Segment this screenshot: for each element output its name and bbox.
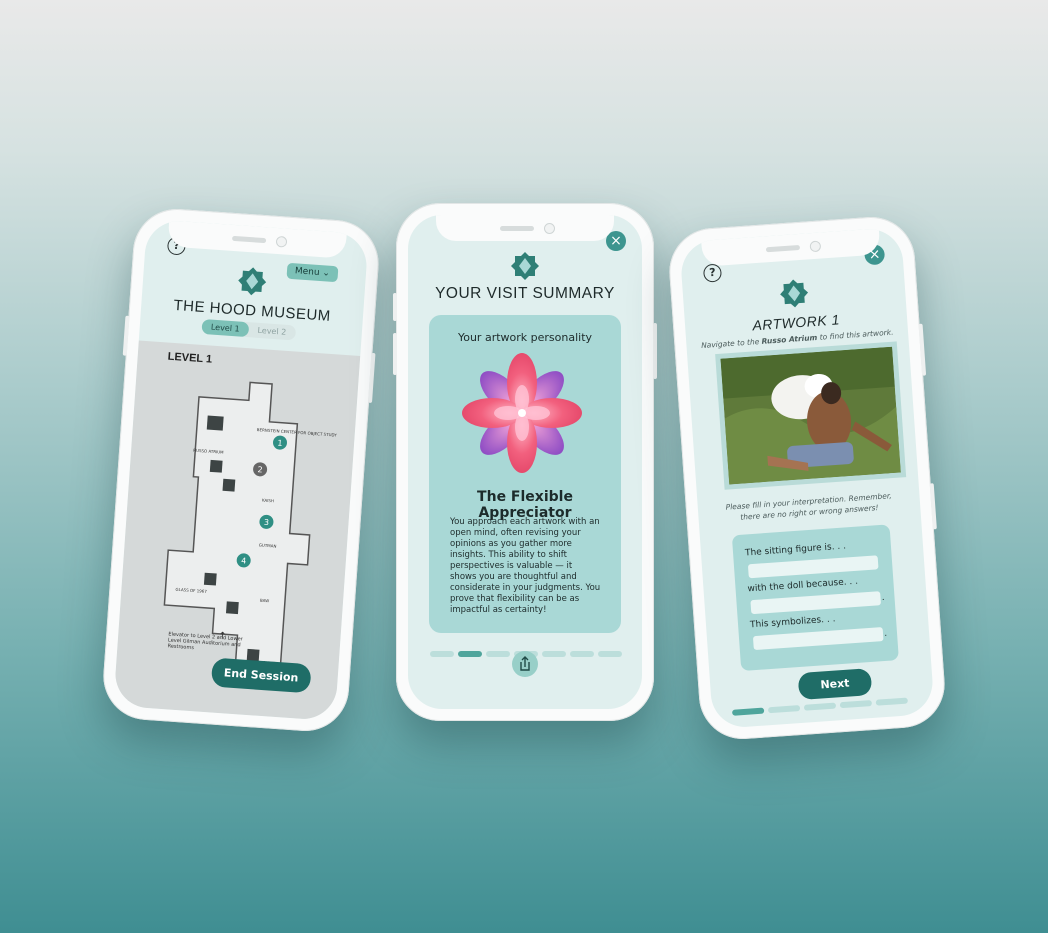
museum-logo-icon (238, 267, 267, 296)
room-label: KAISH (262, 498, 274, 504)
notch (167, 220, 347, 259)
side-button (393, 333, 397, 375)
progress-step (839, 700, 873, 709)
answer-input-1[interactable] (747, 555, 879, 579)
progress-step (542, 651, 566, 657)
side-button (122, 315, 130, 356)
stairs-icon (203, 572, 217, 586)
svg-text:2: 2 (257, 465, 263, 474)
share-button[interactable] (512, 651, 538, 677)
share-icon (520, 656, 530, 671)
instruction-text: Please fill in your interpretation. Reme… (725, 491, 892, 522)
side-button (653, 323, 657, 379)
museum-logo-icon (780, 279, 809, 308)
phone-artwork: ? × ARTWORK 1 Navigate to the Russo Atri… (666, 214, 948, 742)
notch (436, 215, 614, 241)
question-label: The sitting figure is. . . (744, 541, 847, 559)
museum-logo-icon (511, 252, 539, 280)
side-button (918, 323, 927, 376)
side-button (393, 293, 397, 321)
question-label: This symbolizes. . . (749, 614, 836, 631)
cloakroom-icon (206, 415, 224, 431)
tab-level-1[interactable]: Level 1 (201, 318, 250, 338)
personality-description: You approach each artwork with an open m… (450, 517, 601, 615)
floor-map: LEVEL 1 BERNSTEIN CENTER FOR OBJECT STUD… (113, 340, 361, 722)
progress-step (803, 702, 837, 711)
card-subtitle: Your artwork personality (457, 331, 593, 344)
help-icon[interactable]: ? (702, 263, 723, 283)
info-icon (209, 459, 223, 473)
side-button (368, 352, 376, 403)
svg-text:4: 4 (241, 556, 247, 565)
next-button[interactable]: Next (797, 668, 873, 701)
tab-level-2[interactable]: Level 2 (248, 322, 296, 340)
summary-screen: × YOUR VISIT SUMMARY Your artwork person… (408, 215, 642, 709)
progress-step (731, 707, 765, 716)
progress-step (430, 651, 454, 657)
period-mark: . (883, 628, 888, 639)
notch (701, 228, 881, 267)
level-switch: Level 1 Level 2 (201, 318, 296, 341)
progress-step (875, 697, 908, 706)
personality-card: Your artwork personality The Flexible Ap… (429, 315, 621, 633)
svg-text:3: 3 (264, 518, 270, 527)
interpretation-form: The sitting figure is. . . with the doll… (731, 524, 899, 672)
period-mark: . (881, 592, 885, 604)
progress-indicator (731, 697, 908, 716)
page-title: YOUR VISIT SUMMARY (435, 285, 615, 302)
side-button (929, 483, 937, 530)
svg-text:1: 1 (277, 438, 283, 447)
flower-emblem-icon (462, 353, 582, 473)
map-screen: ? Menu ⌄ THE HOOD MUSEUM Level 1 Level 2… (113, 218, 369, 722)
progress-step (458, 651, 482, 657)
restroom-icon (225, 601, 239, 615)
phone-map: ? Menu ⌄ THE HOOD MUSEUM Level 1 Level 2… (100, 206, 382, 734)
progress-step (598, 651, 622, 657)
artwork-screen: ? × ARTWORK 1 Navigate to the Russo Atri… (679, 226, 935, 730)
progress-step (570, 651, 594, 657)
answer-input-2[interactable] (750, 591, 882, 615)
location-name: Russo Atrium (761, 332, 818, 346)
stairs-icon (222, 478, 236, 492)
artwork-photo (720, 346, 901, 485)
progress-step (486, 651, 510, 657)
map-level-heading: LEVEL 1 (167, 350, 213, 366)
answer-input-3[interactable] (752, 627, 884, 651)
room-label: BAW (260, 598, 270, 604)
menu-button[interactable]: Menu ⌄ (286, 262, 339, 283)
artwork-image (715, 341, 907, 490)
progress-step (767, 705, 801, 714)
floor-plan: BERNSTEIN CENTER FOR OBJECT STUDY RUSSO … (163, 381, 338, 684)
question-label: with the doll because. . . (747, 576, 859, 595)
phone-summary: × YOUR VISIT SUMMARY Your artwork person… (393, 203, 657, 721)
